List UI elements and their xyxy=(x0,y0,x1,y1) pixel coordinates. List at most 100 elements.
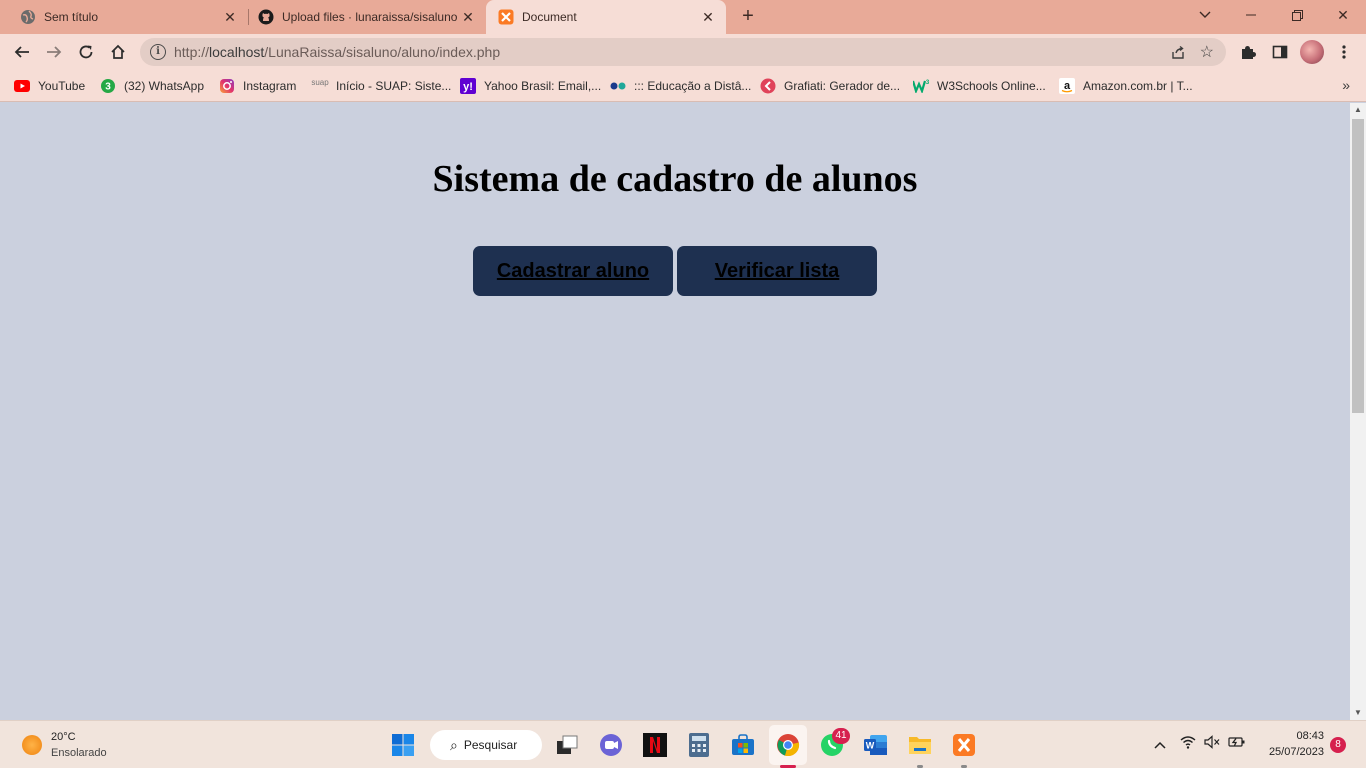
svg-text:3: 3 xyxy=(926,80,929,86)
svg-text:W: W xyxy=(866,741,875,751)
bookmark-w3schools[interactable]: 3 W3Schools Online... xyxy=(913,76,1046,96)
url-path: /LunaRaissa/sisaluno/aluno/index.php xyxy=(264,44,501,60)
file-explorer-icon[interactable] xyxy=(907,732,933,758)
youtube-icon xyxy=(14,78,30,94)
instagram-icon xyxy=(219,78,235,94)
tab-document[interactable]: Document ✕ xyxy=(486,0,726,34)
teams-chat-icon[interactable] xyxy=(598,732,624,758)
svg-text:3: 3 xyxy=(105,82,111,93)
extensions-puzzle-icon[interactable] xyxy=(1234,38,1262,66)
task-view-icon[interactable] xyxy=(554,732,580,758)
verificar-lista-link[interactable]: Verificar lista xyxy=(715,260,840,283)
w3schools-icon: 3 xyxy=(913,78,929,94)
cadastrar-aluno-link[interactable]: Cadastrar aluno xyxy=(497,260,649,283)
bookmark-label: YouTube xyxy=(38,79,86,93)
forward-arrow-icon[interactable] xyxy=(40,38,68,66)
volume-muted-icon[interactable] xyxy=(1204,735,1220,752)
tab-search-chevron-icon[interactable] xyxy=(1182,0,1228,30)
tab-title: Document xyxy=(522,10,577,24)
weather-temperature[interactable]: 20°C xyxy=(51,731,76,743)
word-icon[interactable]: W xyxy=(863,732,889,758)
svg-text:y!: y! xyxy=(463,81,473,93)
restore-icon[interactable] xyxy=(1274,0,1320,30)
bookmark-yahoo[interactable]: y! Yahoo Brasil: Email,... xyxy=(460,76,601,96)
home-icon[interactable] xyxy=(104,38,132,66)
url-host: localhost xyxy=(209,44,265,60)
xampp-icon xyxy=(498,9,514,25)
amazon-icon: a xyxy=(1059,78,1075,94)
close-icon[interactable]: ✕ xyxy=(222,9,238,25)
taskbar-search[interactable]: ⌕ Pesquisar xyxy=(430,730,542,760)
bookmark-amazon[interactable]: a Amazon.com.br | T... xyxy=(1059,76,1193,96)
yahoo-icon: y! xyxy=(460,78,476,94)
bookmark-label: (32) WhatsApp xyxy=(124,79,205,93)
bookmarks-bar: YouTube 3 (32) WhatsApp Instagram suap I… xyxy=(0,70,1366,102)
grafiati-icon xyxy=(760,78,776,94)
notification-count-badge[interactable]: 8 xyxy=(1330,737,1346,753)
tray-overflow-chevron-icon[interactable] xyxy=(1154,736,1166,752)
ead-icon xyxy=(610,78,626,94)
share-icon[interactable] xyxy=(1170,44,1186,60)
close-icon[interactable]: ✕ xyxy=(700,9,716,25)
scroll-up-icon[interactable]: ▲ xyxy=(1350,103,1366,117)
side-panel-icon[interactable] xyxy=(1266,38,1294,66)
bookmark-label: Grafiati: Gerador de... xyxy=(784,79,901,93)
address-bar[interactable]: i http://localhost/LunaRaissa/sisaluno/a… xyxy=(140,38,1226,66)
weather-description[interactable]: Ensolarado xyxy=(51,747,107,759)
calculator-icon[interactable] xyxy=(686,732,712,758)
bookmark-ead[interactable]: ::: Educação a Distâ... xyxy=(610,76,751,96)
bookmark-label: Amazon.com.br | T... xyxy=(1083,79,1193,93)
cadastrar-aluno-button[interactable]: Cadastrar aluno xyxy=(473,246,673,296)
bookmark-star-icon[interactable]: ☆ xyxy=(1200,42,1214,62)
whatsapp-unread-badge: 41 xyxy=(832,728,850,744)
chrome-icon[interactable] xyxy=(775,732,801,758)
windows-taskbar: 20°C Ensolarado ⌕ Pesquisar 41 W 08:43 2… xyxy=(0,720,1366,768)
verificar-lista-button[interactable]: Verificar lista xyxy=(677,246,877,296)
globe-icon xyxy=(20,9,36,25)
url-scheme: http:// xyxy=(174,44,210,60)
bookmark-label: Instagram xyxy=(243,79,297,93)
clock-time[interactable]: 08:43 xyxy=(1276,730,1324,742)
bookmark-label: ::: Educação a Distâ... xyxy=(634,79,752,93)
profile-avatar[interactable] xyxy=(1300,40,1324,64)
bookmark-whatsapp[interactable]: 3 (32) WhatsApp xyxy=(100,76,204,96)
bookmark-label: Início - SUAP: Siste... xyxy=(336,79,452,93)
new-tab-icon[interactable]: + xyxy=(738,6,758,27)
address-url[interactable]: http://localhost/LunaRaissa/sisaluno/alu… xyxy=(174,38,500,66)
minimize-icon[interactable] xyxy=(1228,0,1274,30)
page-content: Sistema de cadastro de alunos Cadastrar … xyxy=(0,103,1350,720)
clock-date[interactable]: 25/07/2023 xyxy=(1258,746,1324,758)
wifi-icon[interactable] xyxy=(1180,735,1196,752)
bookmarks-overflow-icon[interactable]: » xyxy=(1342,77,1350,93)
xampp-taskbar-icon[interactable] xyxy=(951,732,977,758)
battery-charging-icon[interactable] xyxy=(1228,735,1246,752)
close-icon[interactable]: ✕ xyxy=(460,9,476,25)
tab-title: Upload files · lunaraissa/sisaluno xyxy=(282,10,458,24)
scroll-down-icon[interactable]: ▼ xyxy=(1350,706,1366,720)
windows-start-icon[interactable] xyxy=(390,732,416,758)
tab-title: Sem título xyxy=(44,10,99,24)
bookmark-suap[interactable]: suap Início - SUAP: Siste... xyxy=(311,76,452,96)
page-title: Sistema de cadastro de alunos xyxy=(432,158,918,200)
netflix-icon[interactable] xyxy=(642,732,668,758)
whatsapp-icon: 3 xyxy=(100,78,116,94)
browser-menu-icon[interactable] xyxy=(1330,38,1358,66)
back-arrow-icon[interactable] xyxy=(8,38,36,66)
bookmark-instagram[interactable]: Instagram xyxy=(219,76,296,96)
bookmark-label: Yahoo Brasil: Email,... xyxy=(484,79,602,93)
bookmark-youtube[interactable]: YouTube xyxy=(14,76,85,96)
bookmark-label: W3Schools Online... xyxy=(937,79,1046,93)
window-close-icon[interactable]: ✕ xyxy=(1320,0,1366,30)
github-icon xyxy=(258,9,274,25)
bookmark-grafiati[interactable]: Grafiati: Gerador de... xyxy=(760,76,900,96)
tab-upload-files[interactable]: Upload files · lunaraissa/sisaluno ✕ xyxy=(248,0,486,34)
tab-sem-titulo[interactable]: Sem título ✕ xyxy=(0,0,248,34)
page-scrollbar[interactable]: ▲ ▼ xyxy=(1350,103,1366,720)
sun-weather-icon[interactable] xyxy=(22,735,42,755)
site-info-icon[interactable]: i xyxy=(150,44,166,60)
search-icon: ⌕ xyxy=(450,736,458,753)
scrollbar-thumb[interactable] xyxy=(1352,119,1364,413)
tab-strip: Sem título ✕ Upload files · lunaraissa/s… xyxy=(0,0,1366,34)
microsoft-store-icon[interactable] xyxy=(730,732,756,758)
reload-icon[interactable] xyxy=(72,38,100,66)
